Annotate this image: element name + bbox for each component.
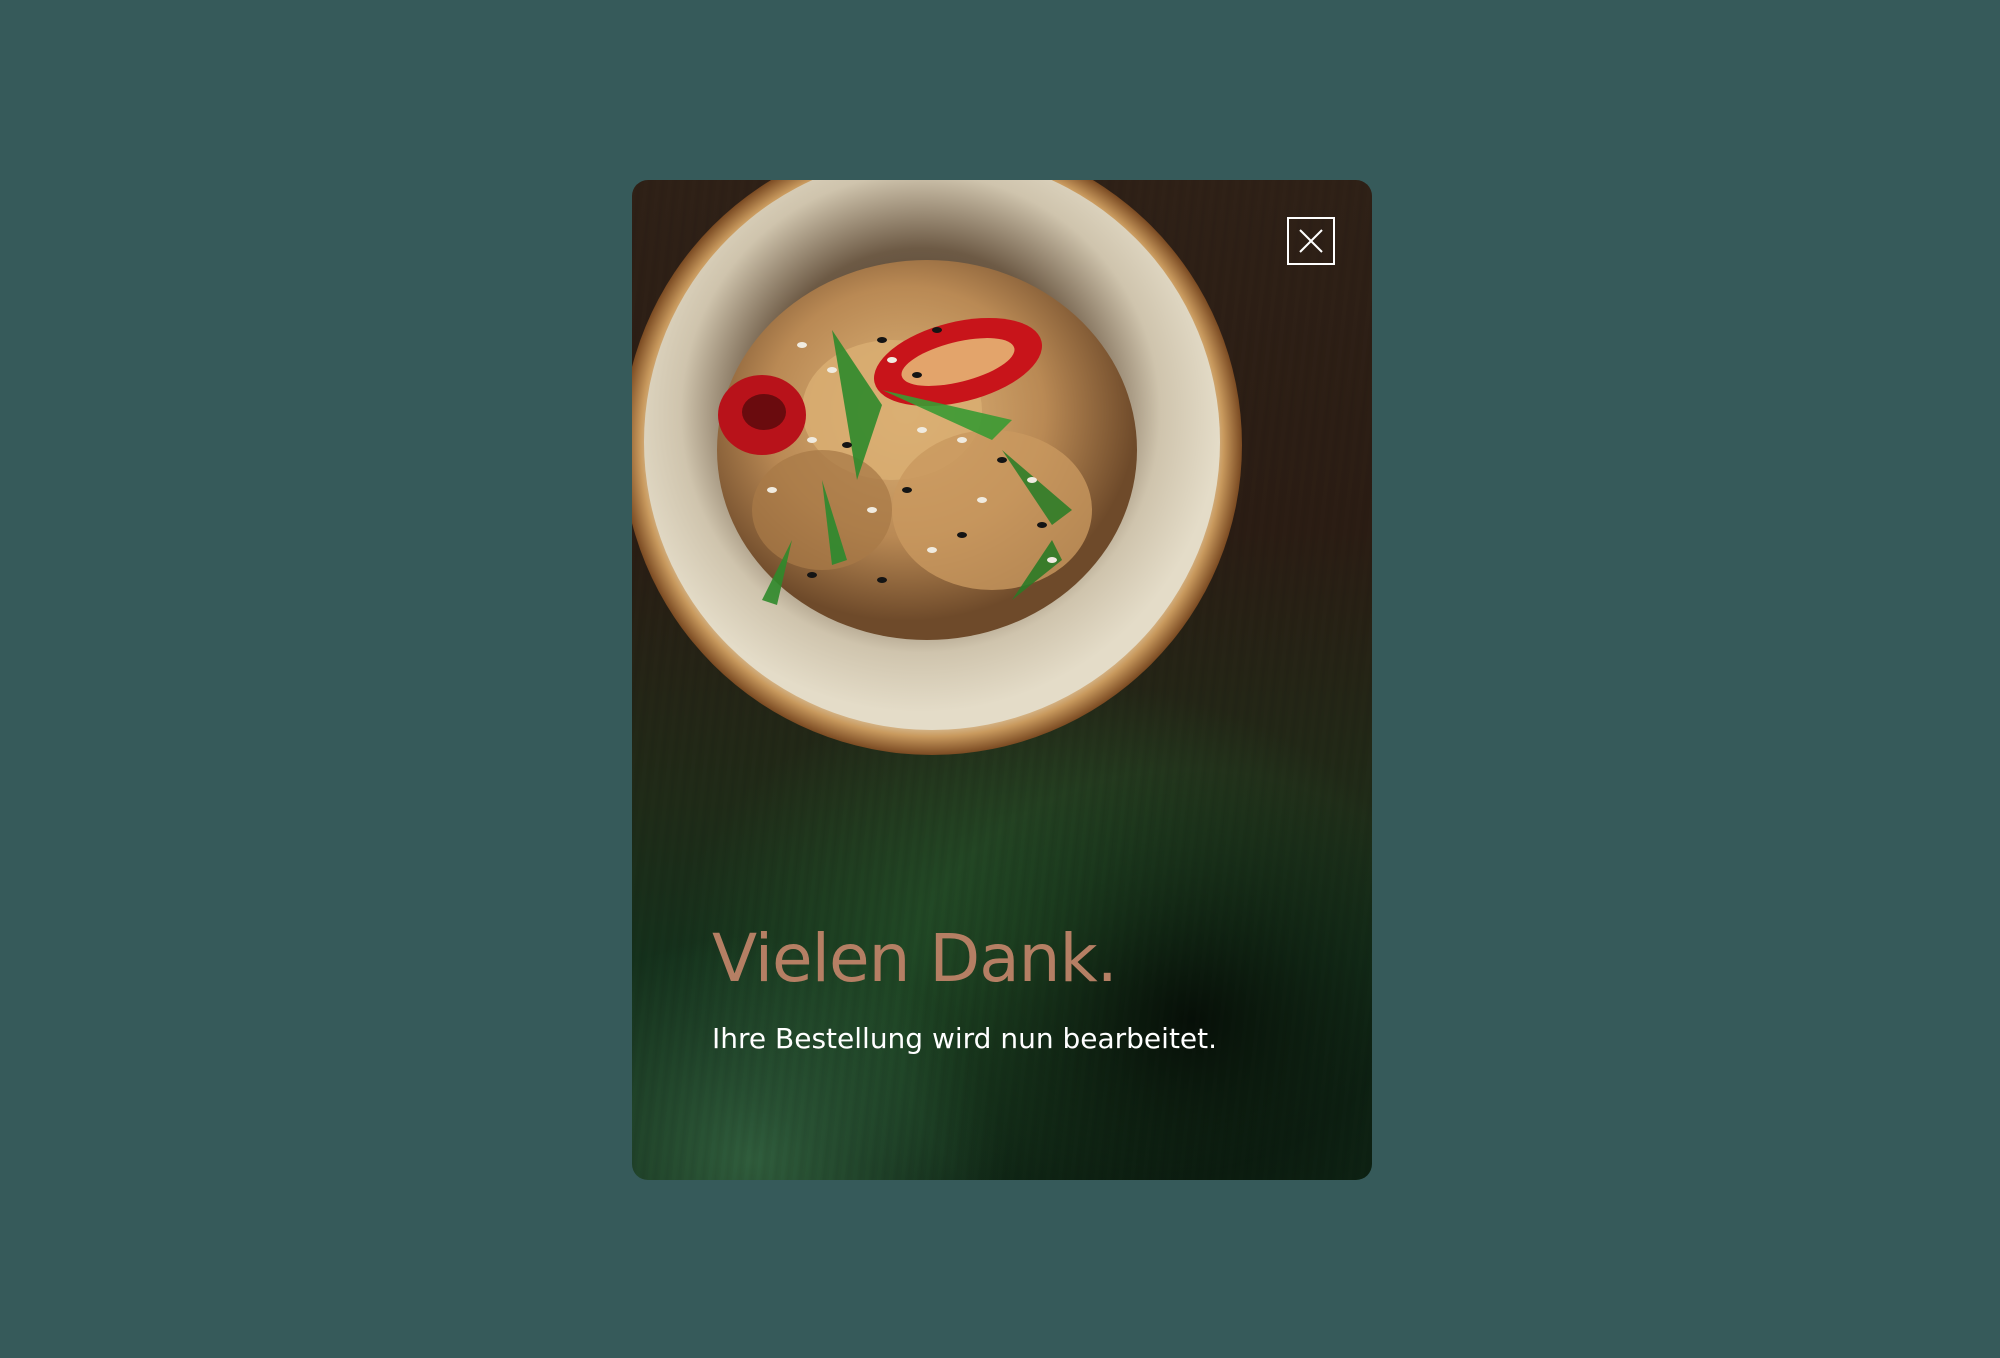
close-icon [1299, 229, 1323, 253]
thank-you-dialog: Vielen Dank. Ihre Bestellung wird nun be… [632, 180, 1372, 1180]
dialog-title: Vielen Dank. [712, 920, 1118, 997]
close-button[interactable] [1287, 217, 1335, 265]
dialog-message: Ihre Bestellung wird nun bearbeitet. [712, 1022, 1218, 1055]
bowl-food-photo [632, 180, 1242, 755]
